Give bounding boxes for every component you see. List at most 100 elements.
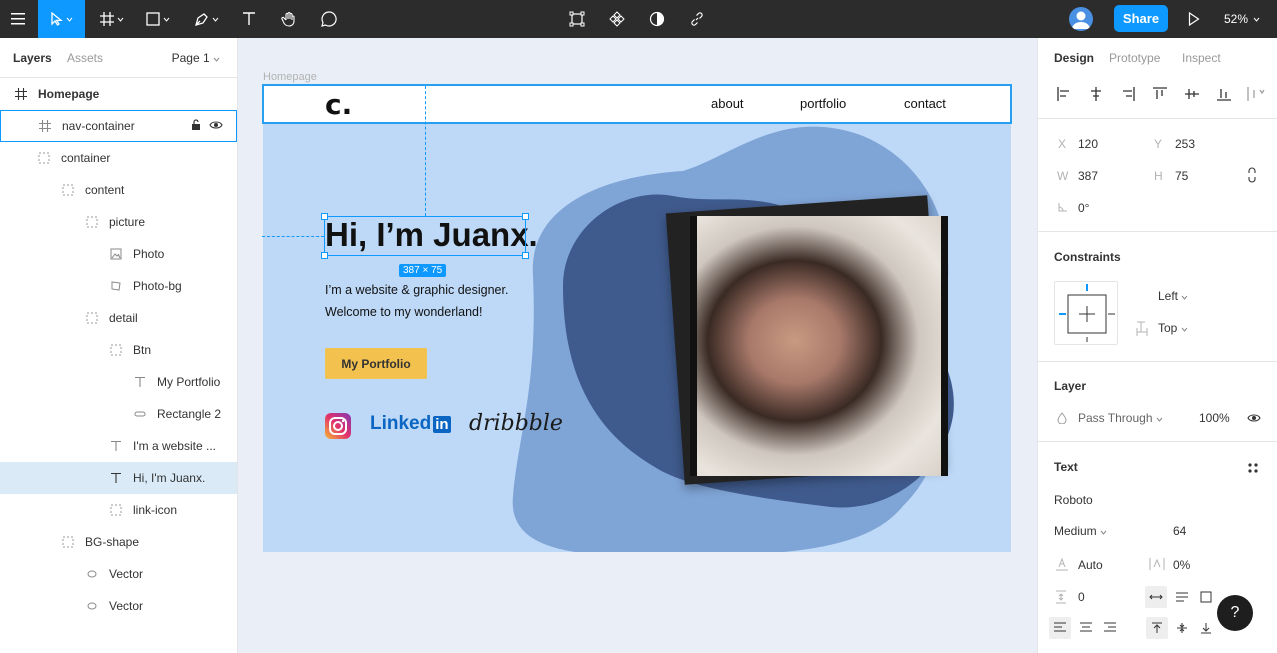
align-h-center-icon[interactable] — [1086, 86, 1106, 102]
layer-row[interactable]: BG-shape — [0, 526, 237, 558]
v-constraint-dropdown[interactable]: Top — [1158, 321, 1188, 335]
font-weight-dropdown[interactable]: Medium — [1054, 524, 1107, 538]
auto-height-icon[interactable] — [1171, 586, 1193, 608]
pen-tool-button[interactable] — [186, 0, 226, 38]
move-tool-button[interactable] — [38, 0, 85, 38]
constraints-title: Constraints — [1054, 250, 1121, 264]
align-text-bottom-icon[interactable] — [1195, 617, 1217, 639]
rectangle-icon — [133, 407, 147, 421]
x-input[interactable]: 120 — [1078, 137, 1098, 151]
zoom-dropdown[interactable]: 52% — [1224, 0, 1260, 38]
align-v-center-icon[interactable] — [1182, 86, 1202, 102]
layer-row[interactable]: I'm a website ... — [0, 430, 237, 462]
help-button[interactable]: ? — [1217, 595, 1253, 631]
hero-subtext[interactable]: I’m a website & graphic designer. Welcom… — [325, 279, 508, 323]
frame-label[interactable]: Homepage — [263, 71, 317, 83]
align-text-top-icon[interactable] — [1146, 617, 1168, 639]
constraints-widget[interactable] — [1054, 281, 1118, 345]
nav-link-portfolio[interactable]: portfolio — [800, 96, 846, 111]
eye-icon[interactable] — [1247, 412, 1261, 426]
h-constraint-dropdown[interactable]: Left — [1158, 289, 1188, 303]
share-button[interactable]: Share — [1114, 5, 1168, 32]
layer-row[interactable]: Btn — [0, 334, 237, 366]
fixed-size-icon[interactable] — [1195, 586, 1217, 608]
layer-row[interactable]: Homepage — [0, 78, 237, 110]
w-input[interactable]: 387 — [1078, 169, 1098, 183]
tab-inspect[interactable]: Inspect — [1182, 51, 1221, 65]
main-menu-icon[interactable] — [0, 0, 36, 38]
rotation-input[interactable]: 0° — [1078, 201, 1089, 215]
measure-guide-horizontal — [262, 236, 324, 237]
layer-row[interactable]: detail — [0, 302, 237, 334]
user-avatar[interactable] — [1069, 7, 1093, 31]
nav-container[interactable]: c. about portfolio contact — [263, 86, 1011, 123]
homepage-frame[interactable]: c. about portfolio contact Hi, I’m Juanx… — [263, 86, 1011, 552]
nav-link-contact[interactable]: contact — [904, 96, 946, 111]
eye-icon[interactable] — [209, 119, 223, 133]
font-family-dropdown[interactable]: Roboto — [1054, 493, 1093, 507]
design-canvas[interactable]: Homepage c. about portfolio contact Hi, … — [238, 38, 1037, 653]
tab-layers[interactable]: Layers — [13, 51, 52, 65]
auto-width-icon[interactable] — [1145, 586, 1167, 608]
layer-row[interactable]: Photo-bg — [0, 270, 237, 302]
present-play-icon[interactable] — [1182, 0, 1206, 38]
y-input[interactable]: 253 — [1175, 137, 1195, 151]
lock-icon[interactable] — [191, 118, 201, 134]
layer-row[interactable]: link-icon — [0, 494, 237, 526]
align-left-icon[interactable] — [1054, 86, 1074, 102]
align-text-middle-icon[interactable] — [1171, 617, 1193, 639]
layer-row[interactable]: My Portfolio — [0, 366, 237, 398]
line-height-input[interactable]: Auto — [1078, 558, 1103, 572]
layer-row[interactable]: nav-container — [0, 110, 237, 142]
align-top-icon[interactable] — [1150, 86, 1170, 102]
hero-heading[interactable]: Hi, I’m Juanx. — [325, 216, 538, 254]
logo[interactable]: c. — [325, 88, 352, 121]
tab-design[interactable]: Design — [1054, 51, 1094, 65]
photo[interactable] — [690, 216, 948, 476]
page-selector[interactable]: Page 1 — [172, 51, 220, 65]
text-icon — [133, 375, 147, 389]
layer-row[interactable]: Photo — [0, 238, 237, 270]
hand-tool-icon[interactable] — [276, 0, 302, 38]
letter-spacing-input[interactable]: 0% — [1173, 558, 1190, 572]
create-component-icon[interactable] — [604, 0, 630, 38]
my-portfolio-button[interactable]: My Portfolio — [325, 348, 427, 379]
layer-row[interactable]: Vector — [0, 558, 237, 590]
vector-icon — [85, 599, 99, 613]
frame-icon — [14, 87, 28, 101]
tab-assets[interactable]: Assets — [67, 51, 103, 65]
text-styles-grid-icon[interactable] — [1247, 462, 1259, 477]
instagram-icon[interactable] — [325, 413, 351, 439]
shape-tool-button[interactable] — [138, 0, 178, 38]
linkedin-logo[interactable]: Linked in — [370, 413, 451, 435]
align-right-icon[interactable] — [1118, 86, 1138, 102]
h-label: H — [1154, 169, 1163, 183]
component-outline-icon[interactable] — [564, 0, 590, 38]
align-bottom-icon[interactable] — [1214, 86, 1234, 102]
group-icon — [85, 311, 99, 325]
frame-tool-button[interactable] — [92, 0, 132, 38]
layer-row[interactable]: container — [0, 142, 237, 174]
constrain-proportions-icon[interactable] — [1247, 167, 1257, 186]
h-input[interactable]: 75 — [1175, 169, 1188, 183]
paragraph-spacing-input[interactable]: 0 — [1078, 590, 1085, 604]
layer-row[interactable]: content — [0, 174, 237, 206]
comment-tool-icon[interactable] — [316, 0, 342, 38]
blend-mode-dropdown[interactable]: Pass Through — [1078, 411, 1163, 425]
layer-row[interactable]: Vector — [0, 590, 237, 622]
layer-row[interactable]: picture — [0, 206, 237, 238]
distribute-icon[interactable] — [1246, 86, 1266, 102]
text-align-left-icon[interactable] — [1049, 617, 1071, 639]
dribbble-logo[interactable]: dribbble — [469, 411, 563, 436]
tab-prototype[interactable]: Prototype — [1109, 51, 1160, 65]
opacity-input[interactable]: 100% — [1199, 411, 1230, 425]
font-size-input[interactable]: 64 — [1173, 524, 1186, 538]
text-tool-button[interactable] — [236, 0, 262, 38]
layer-row[interactable]: Hi, I'm Juanx. — [0, 462, 237, 494]
text-align-center-icon[interactable] — [1075, 617, 1097, 639]
nav-link-about[interactable]: about — [711, 96, 744, 111]
text-align-right-icon[interactable] — [1099, 617, 1121, 639]
layer-row[interactable]: Rectangle 2 — [0, 398, 237, 430]
mask-contrast-icon[interactable] — [644, 0, 670, 38]
link-icon[interactable] — [684, 0, 710, 38]
